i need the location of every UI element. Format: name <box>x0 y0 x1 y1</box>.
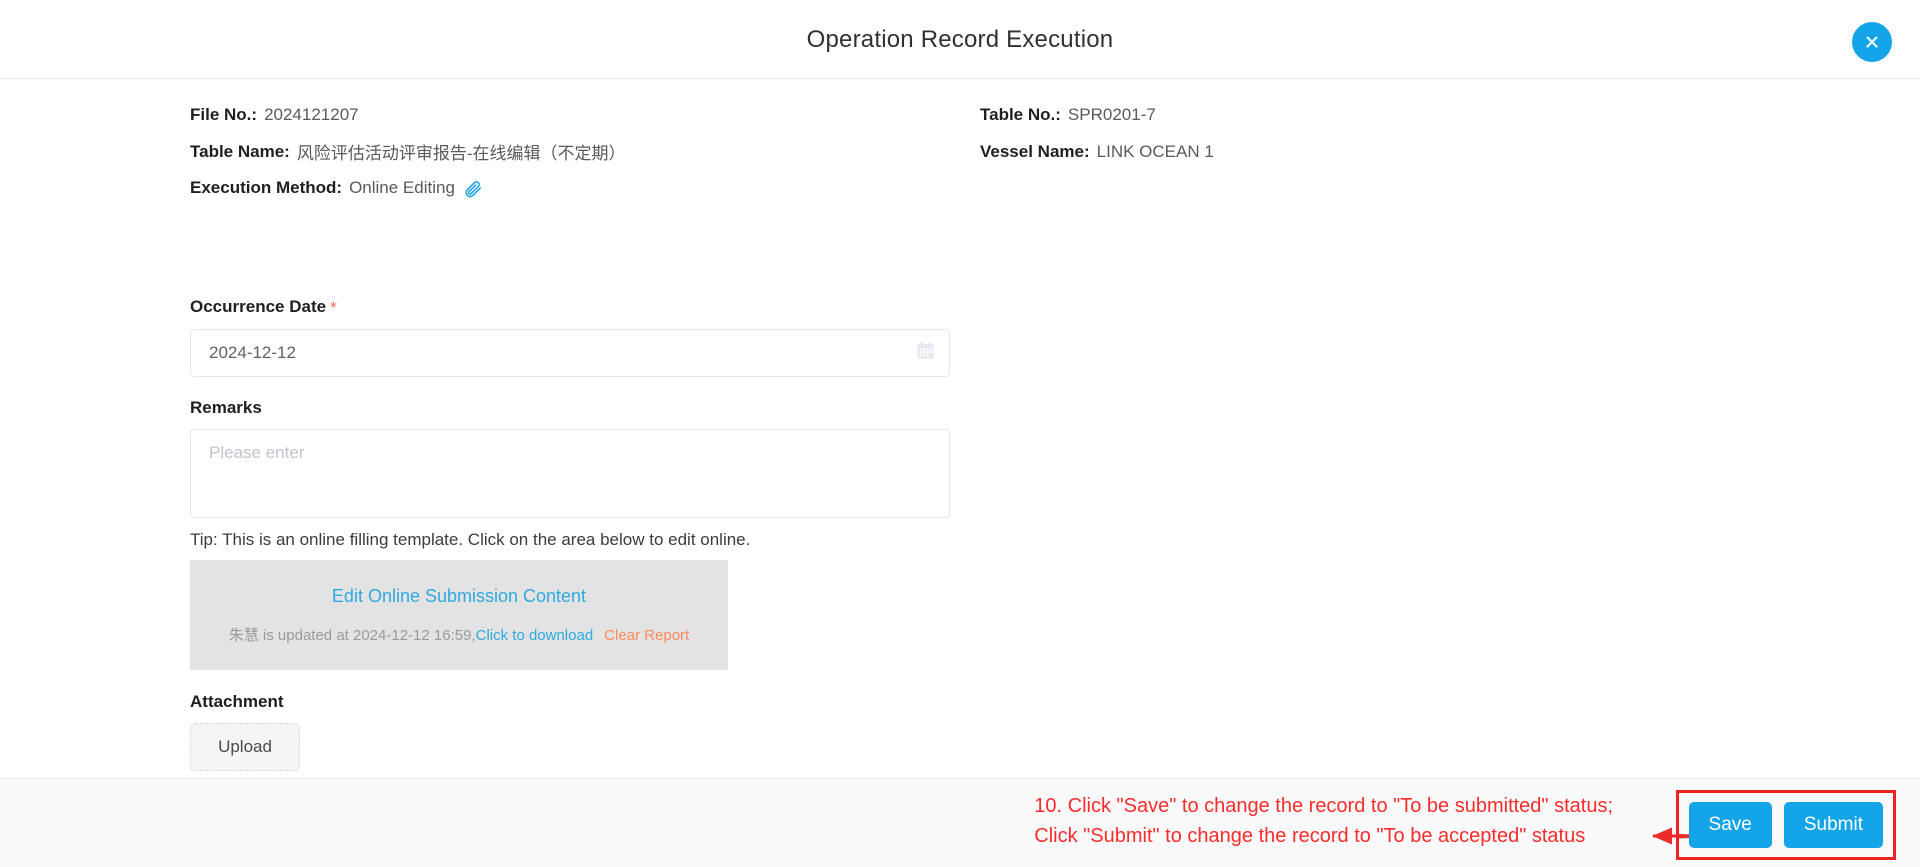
execution-method-field: Execution Method: Online Editing <box>190 178 980 198</box>
submit-button[interactable]: Submit <box>1783 802 1883 848</box>
annotation-line-1: 10. Click "Save" to change the record to… <box>1034 795 1613 817</box>
table-name-field: Table Name: 风险评估活动评审报告-在线编辑（不定期） <box>190 139 980 164</box>
info-row-file-table-no: File No.: 2024121207 Table No.: SPR0201-… <box>190 105 1690 125</box>
table-no-value: SPR0201-7 <box>1067 105 1156 124</box>
occurrence-date-label-text: Occurrence Date <box>190 297 327 316</box>
table-no-label: Table No.: <box>980 105 1061 124</box>
online-edit-panel[interactable]: Edit Online Submission Content 朱慧 is upd… <box>190 560 728 670</box>
remarks-input-wrapper[interactable] <box>190 429 950 518</box>
calendar-icon[interactable] <box>916 341 935 365</box>
occurrence-date-label: Occurrence Date * <box>190 297 950 318</box>
execution-method-value: Online Editing <box>349 178 455 197</box>
remarks-input[interactable] <box>191 430 949 517</box>
action-buttons-highlight-box: Save Submit <box>1675 790 1896 860</box>
form-spacer <box>190 377 950 398</box>
file-no-value: 2024121207 <box>264 105 359 124</box>
upload-button[interactable]: Upload <box>190 723 300 771</box>
dialog-footer: 10. Click "Save" to change the record to… <box>0 778 1920 867</box>
annotation-text: 10. Click "Save" to change the record to… <box>1034 791 1613 851</box>
dialog-body: File No.: 2024121207 Table No.: SPR0201-… <box>0 79 1920 778</box>
annotation-line-2: Click "Submit" to change the record to "… <box>1034 825 1586 847</box>
close-button[interactable] <box>1852 22 1892 62</box>
occurrence-date-input-wrapper[interactable] <box>190 329 950 377</box>
info-row-table-vessel-name: Table Name: 风险评估活动评审报告-在线编辑（不定期） Vessel … <box>190 139 1690 164</box>
updated-by-text: 朱慧 is updated at 2024-12-12 16:59, <box>228 626 476 644</box>
page-title: Operation Record Execution <box>806 26 1114 53</box>
record-info-grid: File No.: 2024121207 Table No.: SPR0201-… <box>190 105 1690 212</box>
occurrence-date-input[interactable] <box>191 343 851 363</box>
remarks-label: Remarks <box>190 398 262 417</box>
table-no-field: Table No.: SPR0201-7 <box>980 105 1690 125</box>
required-asterisk: * <box>330 298 337 317</box>
online-template-tip: Tip: This is an online filling template.… <box>190 530 751 549</box>
table-name-value: 风险评估活动评审报告-在线编辑（不定期） <box>296 144 626 163</box>
table-name-label: Table Name: <box>190 141 290 161</box>
vessel-name-label: Vessel Name: <box>980 141 1090 161</box>
edit-online-submission-content-link[interactable]: Edit Online Submission Content <box>332 586 586 607</box>
clear-report-link[interactable]: Clear Report <box>604 627 689 644</box>
attachment-label: Attachment <box>190 692 284 711</box>
file-no-field: File No.: 2024121207 <box>190 105 980 125</box>
execution-method-label: Execution Method: <box>190 178 343 197</box>
paperclip-icon[interactable] <box>464 179 483 198</box>
edit-panel-meta: 朱慧 is updated at 2024-12-12 16:59,Click … <box>229 624 689 645</box>
vessel-name-value: LINK OCEAN 1 <box>1096 141 1214 161</box>
save-button[interactable]: Save <box>1688 802 1772 848</box>
vessel-name-field: Vessel Name: LINK OCEAN 1 <box>980 139 1690 164</box>
execution-form: Occurrence Date * 2024-12-12 Remarks Ple… <box>190 297 950 771</box>
info-row-execution-method: Execution Method: Online Editing <box>190 178 1690 198</box>
download-link[interactable]: Click to download <box>476 627 594 644</box>
close-icon <box>1862 32 1882 52</box>
operation-record-execution-dialog: Operation Record Execution File No.: 202… <box>0 0 1920 867</box>
dialog-header: Operation Record Execution <box>0 0 1920 79</box>
file-no-label: File No.: <box>190 105 258 124</box>
